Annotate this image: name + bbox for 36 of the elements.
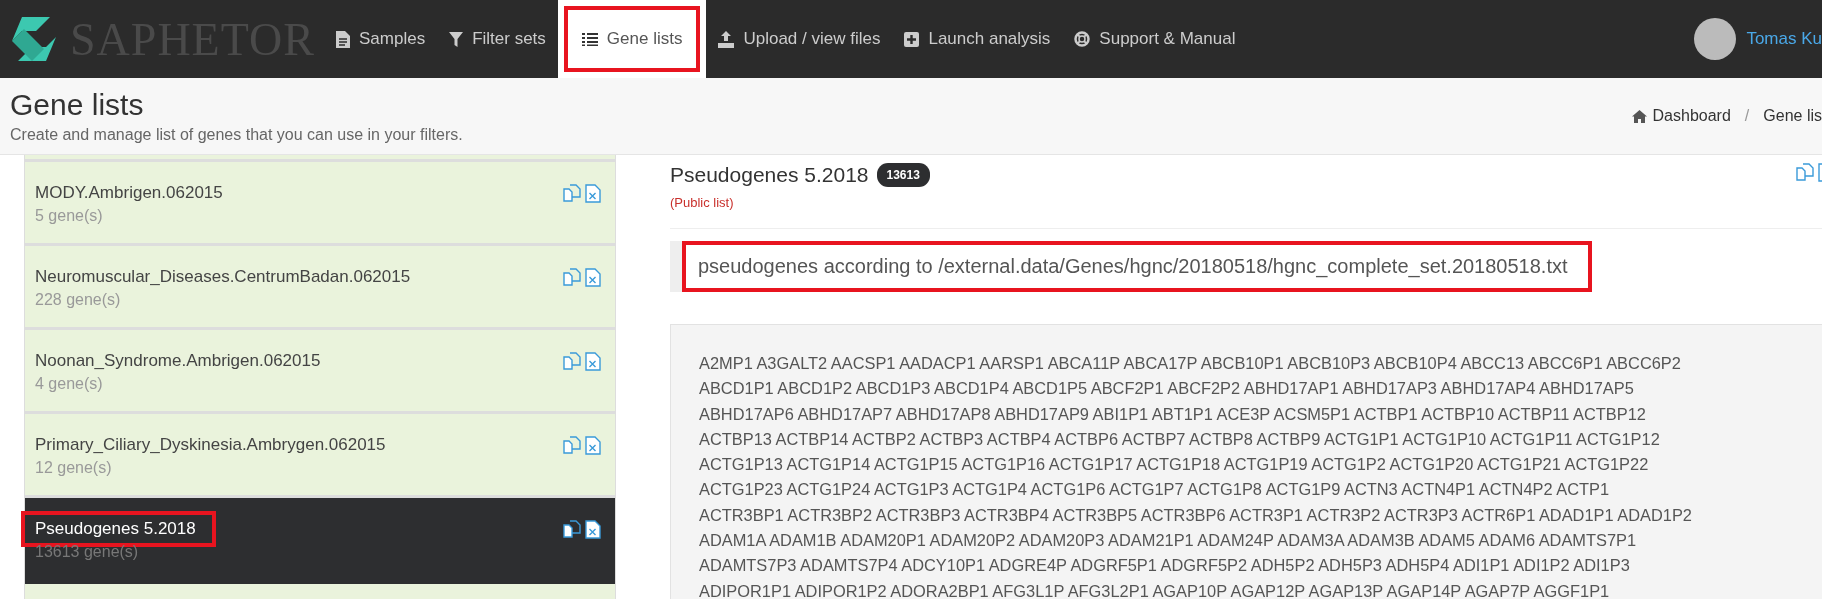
lifebuoy-icon	[1074, 31, 1091, 47]
gene-names-line: ACTR3BP1 ACTR3BP2 ACTR3BP3 ACTR3BP4 ACTR3BP5 ACTR3BP6 ACTR3P1 ACTR3P2 ACTR3P3 ACTR6P1 ADAD1P1 ADAD1P2	[699, 504, 1693, 526]
nav-tab[interactable]: Gene lists	[557, 0, 707, 78]
gene-names-line: ADIPOR1P1 ADIPOR1P2 ADORA2BP1 AFG3L1P AFG3L2P1 AGAP10P AGAP12P AGAP13P AGAP14P AGAP7P AGGF1P1	[699, 580, 1611, 599]
list-icon	[581, 32, 598, 46]
spreadsheet-file-icon[interactable]	[585, 520, 601, 539]
copy-icon[interactable]	[563, 520, 581, 538]
gene-count-badge: 13613	[876, 163, 930, 187]
breadcrumb-current: Gene lis	[1763, 107, 1822, 125]
plus-square-icon	[904, 31, 920, 47]
visibility-label: (Public list)	[670, 195, 735, 210]
page-subtitle: Create and manage list of genes that you can use in your filters.	[10, 126, 463, 144]
gene-names-line: ACTG1P23 ACTG1P24 ACTG1P3 ACTG1P4 ACTG1P6 ACTG1P7 ACTG1P8 ACTG1P9 ACTN3 ACTN4P1 ACTN4P2 ACTP1	[699, 479, 1611, 501]
nav-tab[interactable]: Filter sets	[437, 0, 558, 78]
nav-tab[interactable]: Support & Manual	[1062, 0, 1248, 78]
list-title: Pseudogenes 5.2018	[670, 163, 869, 187]
page-title: Gene lists	[10, 88, 145, 122]
nav-tab[interactable]: Samples	[324, 0, 438, 78]
home-icon	[1631, 109, 1647, 123]
gene-names-line: ACTBP13 ACTBP14 ACTBP2 ACTBP3 ACTBP4 ACTBP6 ACTBP7 ACTBP8 ACTBP9 ACTG1P1 ACTG1P10 ACTG1P11 ACTG1P12	[699, 428, 1661, 450]
gene-names-line: ABCD1P1 ABCD1P2 ABCD1P3 ABCD1P4 ABCD1P5 ABCF2P1 ABCF2P2 ABHD17AP1 ABHD17AP3 ABHD17AP4 ABHD17AP5	[699, 378, 1635, 400]
filter-icon	[449, 31, 464, 47]
avatar[interactable]	[1694, 18, 1737, 60]
gene-names-line: ADAM1A ADAM1B ADAM20P1 ADAM20P2 ADAM20P3 ADAM21P1 ADAM24P ADAM3A ADAM3B ADAM5 ADAM6 ADAMTS7P1	[699, 530, 1638, 552]
gene-names-line: ABHD17AP6 ABHD17AP7 ABHD17AP8 ABHD17AP9 ABI1P1 ABT1P1 ACE3P ACSM5P1 ACTBP1 ACTBP10 ACTBP11 ACTBP12	[699, 403, 1647, 425]
breadcrumb-link[interactable]: Dashboard	[1631, 107, 1731, 125]
user-name-link[interactable]: Tomas Ku	[1746, 29, 1822, 49]
nav-tab[interactable]: Upload / view files	[706, 0, 893, 78]
gene-names-line: ADAMTS7P3 ADAMTS7P4 ADCY10P1 ADGRE4P ADGRF5P1 ADGRF5P2 ADH5P2 ADH5P3 ADH5P4 ADI1P1 ADI1P2 ADI1P3	[699, 555, 1631, 577]
nav-tab[interactable]: Launch analysis	[892, 0, 1063, 78]
upload-icon	[718, 30, 735, 48]
gene-names-line: ACTG1P13 ACTG1P14 ACTG1P15 ACTG1P16 ACTG1P17 ACTG1P18 ACTG1P19 ACTG1P2 ACTG1P20 ACTG1P21 ACTG1P22	[699, 454, 1650, 476]
gene-names-line: A2MP1 A3GALT2 AACSP1 AADACP1 AARSP1 ABCA11P ABCA17P ABCB10P1 ABCB10P3 ABCB10P4 ABCC13 ABCC6P1 ABCC6P2	[699, 353, 1682, 374]
document-icon	[336, 30, 350, 48]
breadcrumb-separator: /	[1743, 107, 1751, 125]
list-description: pseudogenes according to /external.data/Genes/hgnc/20180518/hgnc_complete_set.20180518.txt	[682, 241, 1592, 292]
